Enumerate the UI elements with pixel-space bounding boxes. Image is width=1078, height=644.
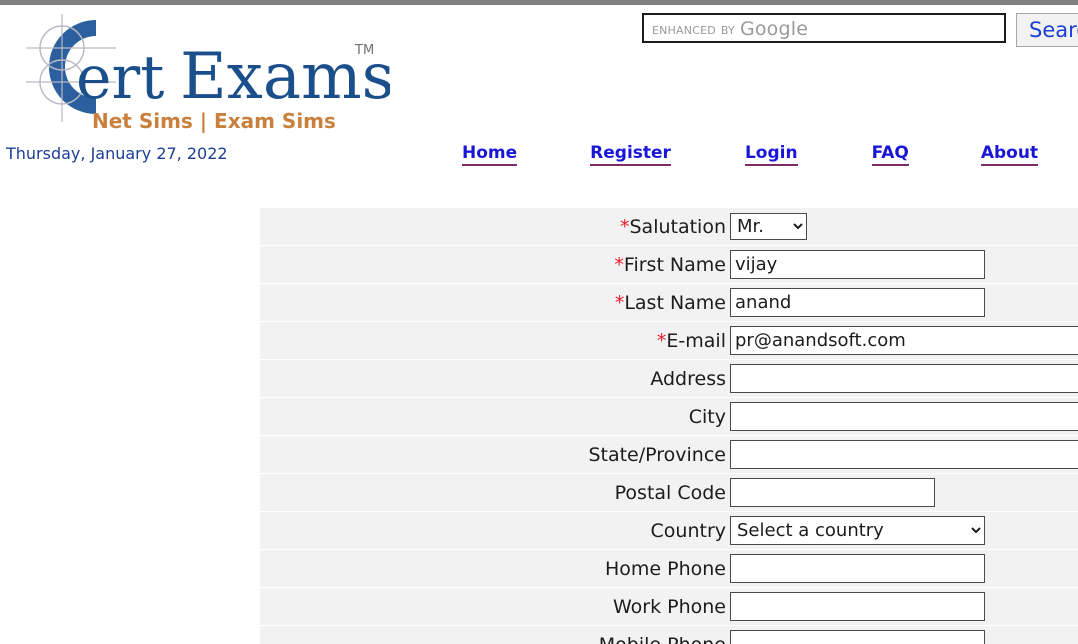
field-label-text: Home Phone [604, 557, 726, 580]
field-cell-last-name [730, 284, 1078, 321]
nav-link-login[interactable]: Login [744, 143, 798, 166]
form-row-work-phone: Work Phone [260, 588, 1078, 625]
field-label-text: State/Province [588, 443, 726, 466]
field-cell-e-mail [730, 322, 1078, 359]
label-e-mail: *E-mail [260, 322, 730, 359]
search-button[interactable]: Search [1016, 13, 1078, 47]
form-row-country: CountrySelect a countryIndiaUnited State… [260, 512, 1078, 549]
svg-text:ert: ert [76, 43, 164, 113]
field-cell-address [730, 360, 1078, 397]
form-row-last-name: *Last Name [260, 284, 1078, 321]
field-cell-salutation: Mr.Mrs.Ms.Dr. [730, 208, 1078, 245]
label-country: Country [260, 512, 730, 549]
field-label-text: Mobile Phone [599, 634, 726, 644]
form-row-e-mail: *E-mail [260, 322, 1078, 359]
field-label-text: Work Phone [612, 595, 726, 618]
form-rows: *SalutationMr.Mrs.Ms.Dr.*First Name*Last… [260, 208, 1078, 644]
postal-code-input[interactable] [730, 478, 935, 507]
nav-link-home[interactable]: Home [462, 143, 518, 166]
home-phone-input[interactable] [730, 554, 985, 583]
nav-link-about[interactable]: About [980, 143, 1039, 166]
certexams-logo[interactable]: ert Exams TM Net Sims | Exam Sims [0, 6, 390, 134]
svg-text:Net Sims | Exam Sims: Net Sims | Exam Sims [92, 109, 336, 133]
main-navigation: Home Register Login FAQ About [440, 143, 1078, 166]
first-name-input[interactable] [730, 250, 985, 279]
label-home-phone: Home Phone [260, 550, 730, 587]
state-province-input[interactable] [730, 440, 1078, 469]
form-row-state-province: State/Province [260, 436, 1078, 473]
registration-form: *SalutationMr.Mrs.Ms.Dr.*First Name*Last… [260, 207, 1078, 644]
required-asterisk: * [614, 291, 625, 314]
label-first-name: *First Name [260, 246, 730, 283]
field-cell-work-phone [730, 588, 1078, 625]
field-label-text: Last Name [624, 291, 726, 314]
page-root: ert Exams TM Net Sims | Exam Sims ENHANC… [0, 0, 1078, 644]
svg-text:TM: TM [354, 43, 374, 58]
field-label-text: Country [650, 519, 726, 542]
label-postal-code: Postal Code [260, 474, 730, 511]
field-label-text: Salutation [629, 215, 726, 238]
last-name-input[interactable] [730, 288, 985, 317]
work-phone-input[interactable] [730, 592, 985, 621]
form-row-postal-code: Postal Code [260, 474, 1078, 511]
field-cell-state-province [730, 436, 1078, 473]
field-cell-city [730, 398, 1078, 435]
address-input[interactable] [730, 364, 1078, 393]
label-mobile-phone: Mobile Phone [260, 626, 730, 644]
mobile-phone-input[interactable] [730, 630, 985, 644]
field-cell-first-name [730, 246, 1078, 283]
top-gray-strip [0, 0, 1078, 5]
field-cell-mobile-phone [730, 626, 1078, 644]
field-label-text: City [688, 405, 726, 428]
country-select[interactable]: Select a countryIndiaUnited StatesUnited… [730, 516, 985, 545]
label-city: City [260, 398, 730, 435]
search-placeholder-prefix: ENHANCED BY [652, 20, 735, 38]
required-asterisk: * [656, 329, 667, 352]
required-asterisk: * [614, 253, 624, 276]
field-cell-postal-code [730, 474, 1078, 511]
search-input[interactable]: ENHANCED BY Google [642, 13, 1006, 43]
search-placeholder: ENHANCED BY Google [652, 17, 809, 40]
field-label-text: Postal Code [614, 481, 726, 504]
nav-link-faq[interactable]: FAQ [871, 143, 909, 166]
field-label-text: E-mail [666, 329, 726, 352]
form-row-salutation: *SalutationMr.Mrs.Ms.Dr. [260, 208, 1078, 245]
e-mail-input[interactable] [730, 326, 1078, 355]
label-salutation: *Salutation [260, 208, 730, 245]
label-last-name: *Last Name [260, 284, 730, 321]
nav-link-register[interactable]: Register [590, 143, 671, 166]
salutation-select[interactable]: Mr.Mrs.Ms.Dr. [730, 213, 807, 240]
field-label-text: First Name [623, 253, 726, 276]
form-row-home-phone: Home Phone [260, 550, 1078, 587]
label-address: Address [260, 360, 730, 397]
label-work-phone: Work Phone [260, 588, 730, 625]
form-row-address: Address [260, 360, 1078, 397]
city-input[interactable] [730, 402, 1078, 431]
label-state-province: State/Province [260, 436, 730, 473]
current-date: Thursday, January 27, 2022 [6, 144, 228, 163]
field-label-text: Address [650, 367, 726, 390]
field-cell-country: Select a countryIndiaUnited StatesUnited… [730, 512, 1078, 549]
field-cell-home-phone [730, 550, 1078, 587]
form-row-mobile-phone: Mobile Phone [260, 626, 1078, 644]
search-placeholder-brand: Google [739, 18, 809, 40]
form-row-city: City [260, 398, 1078, 435]
site-search: ENHANCED BYGoogle Search [642, 13, 1078, 47]
form-row-first-name: *First Name [260, 246, 1078, 283]
